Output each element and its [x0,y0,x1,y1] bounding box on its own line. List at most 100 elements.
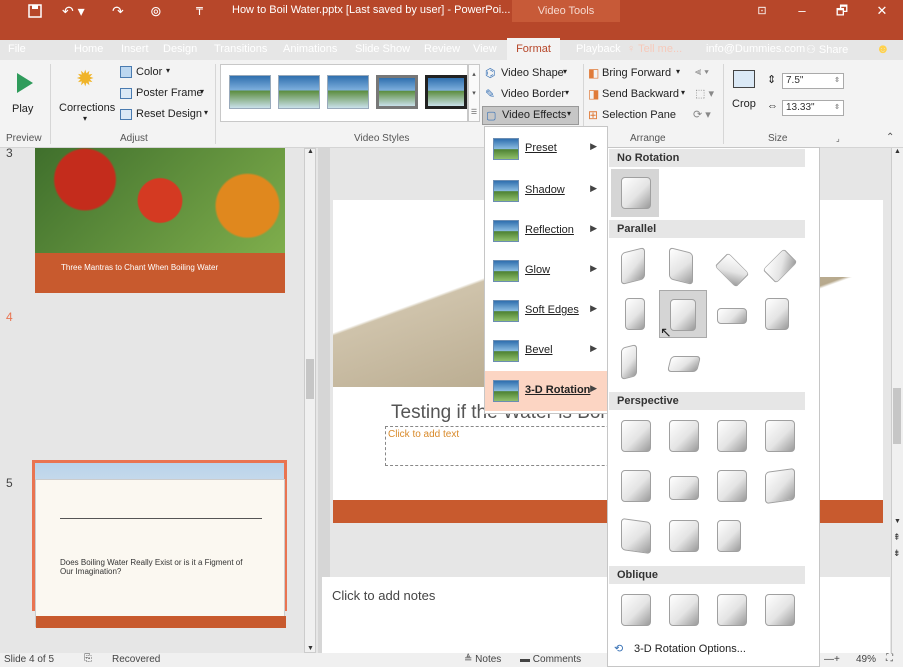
tab-slide-show[interactable]: Slide Show [355,43,410,55]
rotation-parallel-2[interactable] [659,242,707,290]
tab-format[interactable]: Format [507,38,560,60]
menu-item-shadow[interactable]: Shadow ▶ [485,171,607,211]
video-style-3[interactable] [327,75,369,109]
video-border-button[interactable]: ✎ Video Border ▾ [485,87,580,104]
rotation-oblique-3[interactable] [707,586,755,634]
group-objects-icon[interactable]: ⬚ ▾ [695,87,714,100]
scroll-up-icon[interactable]: ▲ [894,148,901,155]
scroll-thumb[interactable] [306,359,314,399]
rotation-oblique-1[interactable] [611,586,659,634]
scroll-down-icon[interactable]: ▼ [307,645,314,652]
rotation-parallel-10[interactable] [659,338,707,386]
align-icon[interactable]: ⫷ ▾ [695,66,709,79]
rotate-icon[interactable]: ⟳ ▾ [693,108,711,121]
video-style-4[interactable] [376,75,418,109]
video-effects-button[interactable]: ▢ Video Effects ▾ [482,106,579,125]
tab-home[interactable]: Home [74,43,103,55]
scroll-down-icon[interactable]: ▼ [894,518,901,525]
tab-playback[interactable]: Playback [576,43,621,55]
rotation-parallel-8[interactable] [755,290,803,338]
color-button[interactable]: Color ▾ [120,66,190,82]
scroll-thumb[interactable] [893,388,901,444]
rotation-none[interactable] [611,169,659,217]
user-account[interactable]: info@Dummies.com [706,43,805,55]
size-dialog-launcher-icon[interactable]: ⌟ [836,134,840,143]
rotation-oblique-2[interactable] [659,586,707,634]
rotation-perspective-2[interactable] [659,412,707,460]
tab-transitions[interactable]: Transitions [214,43,267,55]
tell-me-search[interactable]: ♀ Tell me... [627,43,682,55]
selection-pane-button[interactable]: ⊞ Selection Pane [588,108,678,125]
ribbon-display-icon[interactable]: ⊡ [742,0,782,22]
menu-item-soft-edges[interactable]: Soft Edges ▶ [485,291,607,331]
rotation-parallel-7[interactable] [707,290,755,338]
share-button[interactable]: ⚇ Share [806,43,848,56]
crop-button[interactable]: Crop [730,66,762,126]
video-style-5[interactable] [425,75,467,109]
video-shape-button[interactable]: ⌬ Video Shape ▾ [485,66,580,83]
menu-item-preset[interactable]: Preset ▶ [485,129,607,169]
rotation-parallel-5[interactable] [611,290,659,338]
save-icon[interactable] [28,0,42,22]
scroll-up-icon[interactable]: ▲ [307,148,314,155]
menu-item-glow[interactable]: Glow ▶ [485,251,607,291]
menu-item-3d-rotation[interactable]: 3-D Rotation ▶ [485,371,607,411]
height-input[interactable]: 7.5" ⇳ [782,73,844,89]
rotation-parallel-4[interactable] [755,242,803,290]
thumbnail-scrollbar[interactable]: ▲ ▼ [304,148,316,653]
menu-item-reflection[interactable]: Reflection ▶ [485,211,607,251]
rotation-perspective-10[interactable] [659,512,707,560]
spinner-icon[interactable]: ⇳ [834,101,840,115]
notes-placeholder[interactable]: Click to add notes [332,588,435,603]
slide-thumb-5[interactable]: Does Boiling Water Really Exist or is it… [35,479,286,628]
rotation-parallel-9[interactable] [611,338,659,386]
rotation-perspective-9[interactable] [611,512,659,560]
reset-design-button[interactable]: Reset Design ▾ [120,108,210,124]
restore-button[interactable]: 🗗 [822,0,862,22]
zoom-in-icon[interactable]: —+ [824,654,840,665]
tab-design[interactable]: Design [163,43,197,55]
rotation-parallel-3[interactable] [707,242,755,290]
next-slide-icon[interactable]: ⇟ [893,548,901,559]
tab-file[interactable]: File [8,43,26,55]
gallery-scroll[interactable]: ▴ ▾ ☰ [468,64,480,122]
spell-check-icon[interactable]: ⎘ [84,653,92,664]
tab-review[interactable]: Review [424,43,460,55]
present-icon[interactable]: ⊚ [150,0,162,22]
video-style-2[interactable] [278,75,320,109]
3d-rotation-options[interactable]: ⟲ 3-D Rotation Options... [608,638,819,662]
redo-icon[interactable]: ↷ [112,0,124,22]
poster-frame-button[interactable]: Poster Frame ▾ [120,87,210,103]
corrections-button[interactable]: ✹ Corrections ▾ [58,64,116,128]
undo-icon[interactable]: ↶ ▾ [62,0,85,22]
rotation-perspective-11[interactable] [707,512,755,560]
rotation-perspective-5[interactable] [611,462,659,510]
rotation-oblique-4[interactable] [755,586,803,634]
comments-toggle[interactable]: ▬ Comments [520,654,581,665]
menu-item-bevel[interactable]: Bevel ▶ [485,331,607,371]
rotation-perspective-3[interactable] [707,412,755,460]
smiley-feedback-icon[interactable]: ☻ [876,41,890,56]
tab-animations[interactable]: Animations [283,43,337,55]
content-placeholder[interactable]: Click to add text [385,426,645,466]
rotation-parallel-1[interactable] [611,242,659,290]
play-button[interactable]: Play [10,66,40,122]
rotation-perspective-6[interactable] [659,462,707,510]
notes-toggle[interactable]: ≜ Notes [464,654,501,665]
main-scrollbar[interactable]: ▲ ▼ ⇞ ⇟ [891,148,903,653]
close-button[interactable]: ✕ [862,0,902,22]
fit-to-window-icon[interactable]: ⛶ [886,653,893,664]
rotation-perspective-7[interactable] [707,462,755,510]
slide-thumb-3[interactable]: Three Mantras to Chant When Boiling Wate… [35,148,285,293]
spinner-icon[interactable]: ⇳ [834,74,840,88]
zoom-level[interactable]: 49% [856,654,876,665]
width-input[interactable]: 13.33" ⇳ [782,100,844,116]
video-style-1[interactable] [229,75,271,109]
collapse-ribbon-icon[interactable]: ⌃ [886,132,894,143]
rotation-perspective-8[interactable] [755,462,803,510]
prev-slide-icon[interactable]: ⇞ [893,532,901,543]
minimize-button[interactable]: – [782,0,822,22]
rotation-perspective-1[interactable] [611,412,659,460]
customize-qat-icon[interactable]: ₸ [196,0,203,22]
rotation-perspective-4[interactable] [755,412,803,460]
